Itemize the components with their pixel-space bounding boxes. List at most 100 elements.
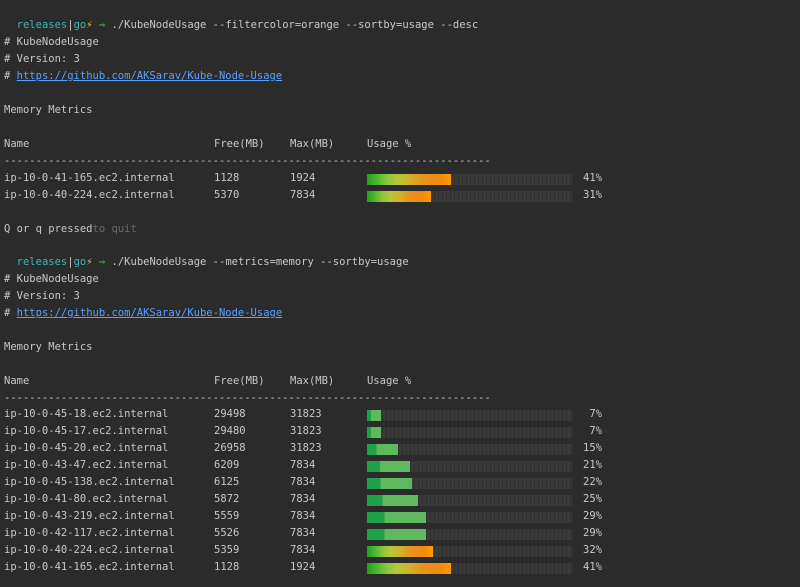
- header-title: # KubeNodeUsage: [4, 273, 99, 285]
- header-title: # KubeNodeUsage: [4, 36, 99, 48]
- usage-bar-fill: [367, 410, 382, 421]
- header-hash: #: [4, 307, 17, 319]
- quit-message: Q or q pressed: [4, 223, 93, 235]
- usage-bar: [367, 512, 572, 523]
- free-mb: 1128: [214, 172, 240, 184]
- arrow-icon: ⇒: [98, 19, 106, 31]
- section-title: Memory Metrics: [4, 341, 93, 353]
- usage-percent: 32%: [583, 544, 602, 556]
- free-mb: 29480: [214, 425, 246, 437]
- free-mb: 1128: [214, 561, 240, 573]
- table-divider: ----------------------------------------…: [4, 392, 491, 404]
- max-mb: 7834: [290, 493, 316, 505]
- node-name: ip-10-0-41-165.ec2.internal: [4, 561, 175, 573]
- free-mb: 5872: [214, 493, 240, 505]
- usage-bar: [367, 529, 572, 540]
- usage-percent: 29%: [583, 527, 602, 539]
- free-mb: 29498: [214, 408, 246, 420]
- header-version: # Version: 3: [4, 53, 80, 65]
- free-mb: 5370: [214, 189, 240, 201]
- prompt-dir: releases: [16, 19, 68, 31]
- table-row: ip-10-0-42-117.ec2.internal 5526 7834 29%: [4, 525, 794, 542]
- bolt-icon: ⚡: [86, 256, 93, 268]
- usage-bar-fill: [367, 512, 427, 523]
- usage-percent: 7%: [589, 425, 602, 437]
- node-name: ip-10-0-43-47.ec2.internal: [4, 459, 169, 471]
- usage-bar: [367, 461, 572, 472]
- column-max: Max(MB): [290, 138, 335, 150]
- header-version: # Version: 3: [4, 290, 80, 302]
- usage-bar-fill: [367, 174, 452, 185]
- usage-bar: [367, 563, 572, 574]
- prompt-line-1: releases|go⚡ ⇒ ./KubeNodeUsage --filterc…: [4, 0, 479, 31]
- max-mb: 7834: [290, 510, 316, 522]
- usage-bar: [367, 174, 572, 185]
- usage-bar-fill: [367, 444, 398, 455]
- usage-bar: [367, 444, 572, 455]
- arrow-icon: ⇒: [98, 256, 106, 268]
- max-mb: 31823: [290, 425, 322, 437]
- usage-bar: [367, 546, 572, 557]
- node-name: ip-10-0-45-17.ec2.internal: [4, 425, 169, 437]
- usage-percent: 31%: [583, 189, 602, 201]
- max-mb: 7834: [290, 459, 316, 471]
- section-title: Memory Metrics: [4, 104, 93, 116]
- header-hash: #: [4, 70, 17, 82]
- node-name: ip-10-0-45-18.ec2.internal: [4, 408, 169, 420]
- usage-bar-fill: [367, 191, 431, 202]
- max-mb: 1924: [290, 561, 316, 573]
- free-mb: 6125: [214, 476, 240, 488]
- usage-bar-fill: [367, 546, 433, 557]
- usage-bar: [367, 478, 572, 489]
- table-header: Name Free(MB) Max(MB) Usage %: [4, 373, 794, 390]
- max-mb: 31823: [290, 408, 322, 420]
- usage-bar-fill: [367, 478, 413, 489]
- table-header: Name Free(MB) Max(MB) Usage %: [4, 136, 794, 153]
- free-mb: 5359: [214, 544, 240, 556]
- node-name: ip-10-0-40-224.ec2.internal: [4, 544, 175, 556]
- github-link[interactable]: https://github.com/AKSarav/Kube-Node-Usa…: [17, 307, 283, 319]
- table-row: ip-10-0-45-20.ec2.internal 26958 31823 15%: [4, 440, 794, 457]
- free-mb: 26958: [214, 442, 246, 454]
- usage-bar: [367, 191, 572, 202]
- free-mb: 5559: [214, 510, 240, 522]
- column-name: Name: [4, 138, 30, 150]
- quit-message-line: Q or q pressedto quit: [4, 221, 137, 238]
- usage-bar-fill: [367, 495, 419, 506]
- usage-bar-fill: [367, 427, 382, 438]
- usage-bar-fill: [367, 461, 411, 472]
- prompt-branch: go: [73, 19, 87, 31]
- max-mb: 7834: [290, 544, 316, 556]
- usage-bar: [367, 495, 572, 506]
- free-mb: 5526: [214, 527, 240, 539]
- node-name: ip-10-0-43-219.ec2.internal: [4, 510, 175, 522]
- column-free: Free(MB): [214, 375, 265, 387]
- table-row: ip-10-0-45-18.ec2.internal 29498 31823 7%: [4, 406, 794, 423]
- header-link-line: # https://github.com/AKSarav/Kube-Node-U…: [4, 305, 282, 322]
- github-link[interactable]: https://github.com/AKSarav/Kube-Node-Usa…: [17, 70, 283, 82]
- table-row: ip-10-0-43-47.ec2.internal 6209 7834 21%: [4, 457, 794, 474]
- table-row: ip-10-0-45-138.ec2.internal 6125 7834 22%: [4, 474, 794, 491]
- max-mb: 7834: [290, 189, 316, 201]
- usage-percent: 29%: [583, 510, 602, 522]
- column-name: Name: [4, 375, 30, 387]
- max-mb: 1924: [290, 172, 316, 184]
- column-usage: Usage %: [367, 138, 412, 150]
- prompt-dir: releases: [16, 256, 68, 268]
- usage-bar-fill: [367, 529, 427, 540]
- node-name: ip-10-0-42-117.ec2.internal: [4, 527, 175, 539]
- command-text: ./KubeNodeUsage --metrics=memory --sortb…: [111, 256, 409, 268]
- column-free: Free(MB): [214, 138, 265, 150]
- node-name: ip-10-0-45-20.ec2.internal: [4, 442, 169, 454]
- node-name: ip-10-0-40-224.ec2.internal: [4, 189, 175, 201]
- table-row: ip-10-0-41-80.ec2.internal 5872 7834 25%: [4, 491, 794, 508]
- usage-bar: [367, 427, 572, 438]
- bolt-icon: ⚡: [86, 19, 93, 31]
- usage-percent: 41%: [583, 561, 602, 573]
- prompt-line-2: releases|go⚡ ⇒ ./KubeNodeUsage --metrics…: [4, 237, 409, 268]
- node-name: ip-10-0-41-165.ec2.internal: [4, 172, 175, 184]
- table-row: ip-10-0-45-17.ec2.internal 29480 31823 7%: [4, 423, 794, 440]
- table-row: ip-10-0-40-224.ec2.internal 5359 7834 32%: [4, 542, 794, 559]
- node-name: ip-10-0-45-138.ec2.internal: [4, 476, 175, 488]
- max-mb: 7834: [290, 476, 316, 488]
